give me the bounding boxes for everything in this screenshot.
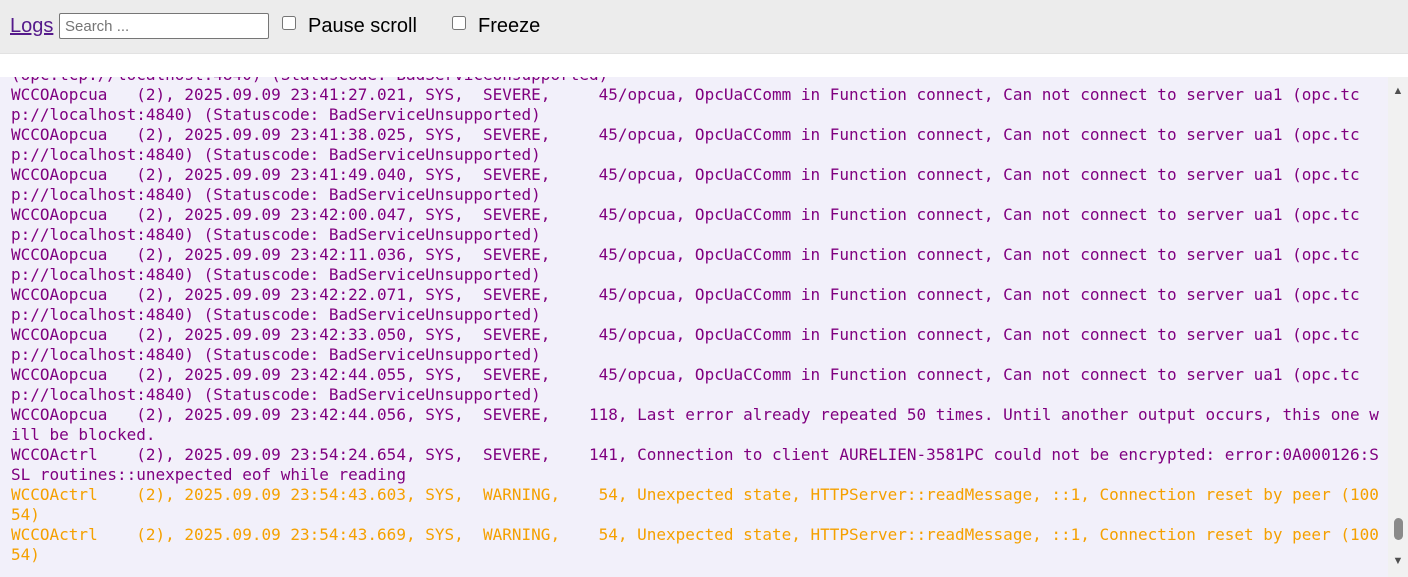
log-line: WCCOActrl (2), 2025.09.09 23:54:43.669, …: [11, 525, 1379, 564]
log-line: WCCOAopcua (2), 2025.09.09 23:42:33.050,…: [11, 325, 1360, 364]
log-line: WCCOAopcua (2), 2025.09.09 23:42:44.056,…: [11, 405, 1379, 444]
pause-scroll-checkbox[interactable]: [282, 16, 296, 30]
freeze-label[interactable]: Freeze: [478, 14, 540, 38]
log-line: WCCOAopcua (2), 2025.09.09 23:42:00.047,…: [11, 205, 1360, 244]
scroll-thumb[interactable]: [1394, 518, 1403, 540]
log-line: WCCOAopcua (2), 2025.09.09 23:41:27.021,…: [11, 85, 1360, 124]
toolbar: Logs Pause scroll Freeze: [0, 0, 1408, 54]
scroll-down-arrow-icon[interactable]: ▼: [1388, 553, 1408, 569]
log-line: WCCOAopcua (2), 2025.09.09 23:41:38.025,…: [11, 125, 1360, 164]
scroll-up-arrow-icon[interactable]: ▲: [1388, 83, 1408, 99]
log-line: (opc.tcp://localhost:4840) (Statuscode: …: [11, 77, 1381, 85]
log-line: WCCOAopcua (2), 2025.09.09 23:42:22.071,…: [11, 285, 1360, 324]
log-line: WCCOActrl (2), 2025.09.09 23:54:24.654, …: [11, 445, 1379, 484]
vertical-scrollbar[interactable]: ▲ ▼: [1388, 77, 1408, 577]
pause-scroll-label[interactable]: Pause scroll: [308, 14, 417, 38]
log-line: WCCOAopcua (2), 2025.09.09 23:41:49.040,…: [11, 165, 1360, 204]
freeze-checkbox[interactable]: [452, 16, 466, 30]
log-list: (opc.tcp://localhost:4840) (Statuscode: …: [11, 77, 1381, 565]
log-line: WCCOAopcua (2), 2025.09.09 23:42:44.055,…: [11, 365, 1360, 404]
search-input[interactable]: [59, 13, 269, 39]
log-panel[interactable]: (opc.tcp://localhost:4840) (Statuscode: …: [0, 77, 1388, 577]
logs-link[interactable]: Logs: [10, 14, 53, 38]
log-line: WCCOAopcua (2), 2025.09.09 23:42:11.036,…: [11, 245, 1360, 284]
log-line: WCCOActrl (2), 2025.09.09 23:54:43.603, …: [11, 485, 1379, 524]
